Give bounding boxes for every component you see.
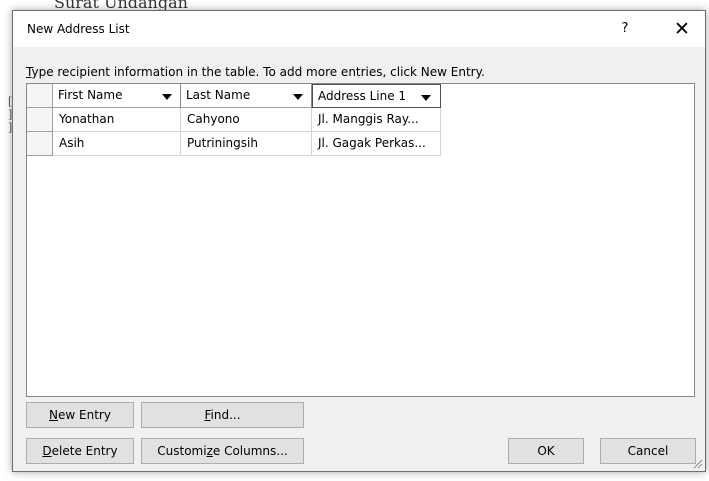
customize-columns-button[interactable]: Customize Columns... <box>141 438 304 464</box>
dialog-title: New Address List <box>27 22 130 36</box>
dropdown-arrow-icon[interactable] <box>162 94 172 100</box>
column-header-label: Last Name <box>186 88 251 102</box>
instruction-rest: ype recipient information in the table. … <box>31 65 485 79</box>
column-header-label: First Name <box>58 88 123 102</box>
table-cell-last-name[interactable]: Putriningsih <box>181 132 312 156</box>
table-cell-first-name[interactable]: Yonathan <box>53 108 181 132</box>
table-cell-address-line-1[interactable]: Jl. Gagak Perkas... <box>312 132 441 156</box>
button-label: ind... <box>210 408 241 422</box>
delete-entry-button[interactable]: Delete Entry <box>26 438 134 464</box>
dropdown-arrow-icon[interactable] <box>421 95 431 101</box>
column-header-label: Address Line 1 <box>318 89 407 103</box>
cancel-button[interactable]: Cancel <box>600 438 696 464</box>
resize-grip-icon[interactable] <box>693 459 703 469</box>
new-address-list-dialog: New Address List ? ✕ Type recipient info… <box>12 10 706 472</box>
mnemonic: N <box>49 408 59 422</box>
new-entry-button[interactable]: New Entry <box>26 402 134 428</box>
help-button[interactable]: ? <box>615 19 635 39</box>
button-label-rest: e Columns... <box>212 444 288 458</box>
select-all-corner[interactable] <box>27 84 53 108</box>
title-bar: New Address List ? ✕ <box>13 11 705 47</box>
table-cell-last-name[interactable]: Cahyono <box>181 108 312 132</box>
dropdown-arrow-icon[interactable] <box>293 94 303 100</box>
column-header-first-name[interactable]: First Name <box>53 84 181 108</box>
table-cell-address-line-1[interactable]: Jl. Manggis Ray... <box>312 108 441 132</box>
row-selector[interactable] <box>27 132 53 156</box>
ok-button[interactable]: OK <box>508 438 584 464</box>
button-label: Customi <box>157 444 207 458</box>
find-button[interactable]: Find... <box>141 402 304 428</box>
close-button[interactable]: ✕ <box>667 16 697 42</box>
column-header-address-line-1[interactable]: Address Line 1 <box>312 84 441 108</box>
table-cell-first-name[interactable]: Asih <box>53 132 181 156</box>
mnemonic: D <box>42 444 52 458</box>
row-selector[interactable] <box>27 108 53 132</box>
button-label: ew Entry <box>58 408 111 422</box>
address-table: First Name Last Name Address Line 1 Yona… <box>26 83 695 397</box>
instruction-text: Type recipient information in the table.… <box>26 65 485 79</box>
button-label: elete Entry <box>51 444 118 458</box>
column-header-last-name[interactable]: Last Name <box>181 84 312 108</box>
